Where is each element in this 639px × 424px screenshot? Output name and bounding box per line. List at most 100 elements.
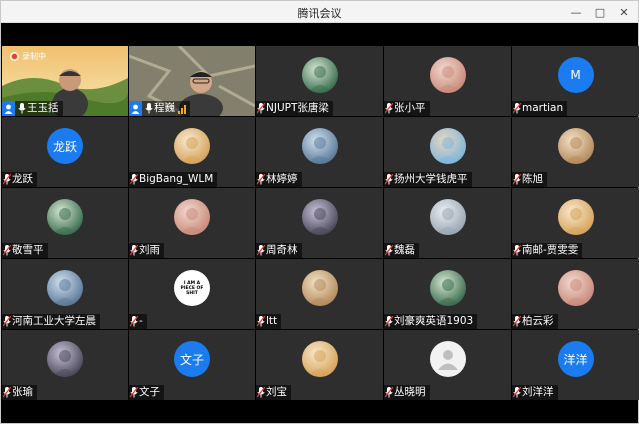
avatar xyxy=(301,128,338,164)
avatar xyxy=(301,270,338,306)
participant-tile[interactable]: 程巍 xyxy=(129,46,255,116)
name-tag: - xyxy=(129,314,147,329)
avatar xyxy=(429,199,466,235)
avatar xyxy=(301,199,338,235)
microphone-muted-icon xyxy=(384,174,394,186)
participant-tile[interactable]: 文子 文子 xyxy=(129,330,255,400)
recording-label: 录制中 xyxy=(22,52,46,61)
avatar xyxy=(174,128,210,164)
participant-tile[interactable]: 录制中王玉括 xyxy=(2,46,128,116)
participant-tile[interactable]: 张瑜 xyxy=(2,330,128,400)
participant-name: BigBang_WLM xyxy=(139,173,214,185)
name-tag: 文子 xyxy=(129,385,164,400)
participant-tile[interactable]: 南邮-贾雯雯 xyxy=(512,188,639,258)
participant-tile[interactable]: 洋洋 刘洋洋 xyxy=(512,330,639,400)
microphone-muted-icon xyxy=(129,387,139,399)
participant-tile[interactable]: 龙跃 龙跃 xyxy=(2,117,128,187)
maximize-icon[interactable]: □ xyxy=(592,4,608,20)
close-icon[interactable]: ✕ xyxy=(616,4,632,20)
name-tag: 刘洋洋 xyxy=(512,385,558,400)
participant-name: 柏云彩 xyxy=(522,315,554,327)
avatar xyxy=(557,199,594,235)
avatar: I AM A PIECE OF SHIT xyxy=(174,270,210,306)
microphone-muted-icon xyxy=(512,174,522,186)
name-tag: 陈旭 xyxy=(512,172,547,187)
microphone-muted-icon xyxy=(2,174,12,186)
name-tag: 刘宝 xyxy=(256,385,291,400)
participant-tile[interactable]: 柏云彩 xyxy=(512,259,639,329)
participant-name: 刘豪爽英语1903 xyxy=(394,315,474,327)
microphone-muted-icon xyxy=(384,387,394,399)
avatar xyxy=(429,128,466,164)
participant-tile[interactable]: 刘宝 xyxy=(256,330,383,400)
participant-name: martian xyxy=(522,102,564,114)
name-tag: 扬州大学钱虎平 xyxy=(384,172,472,187)
participant-name: 刘雨 xyxy=(139,244,160,256)
participant-tile[interactable]: 周奇林 xyxy=(256,188,383,258)
participant-tile[interactable]: 丛晓明 xyxy=(384,330,511,400)
participant-name: 周奇林 xyxy=(266,244,298,256)
participant-tile[interactable]: 河南工业大学左晨 xyxy=(2,259,128,329)
name-tag: 张小平 xyxy=(384,101,430,116)
name-tag: 河南工业大学左晨 xyxy=(2,314,100,329)
participant-tile[interactable]: 魏磊 xyxy=(384,188,511,258)
microphone-muted-icon xyxy=(256,245,266,257)
participant-tile[interactable]: ltt xyxy=(256,259,383,329)
name-tag: 王玉括 xyxy=(2,101,63,116)
signal-strength-icon xyxy=(178,104,186,114)
participant-name: 河南工业大学左晨 xyxy=(12,315,96,327)
participant-tile[interactable]: BigBang_WLM xyxy=(129,117,255,187)
name-tag: 南邮-贾雯雯 xyxy=(512,243,583,258)
participant-tile[interactable]: Mmartian xyxy=(512,46,639,116)
name-tag: 刘雨 xyxy=(129,243,164,258)
participant-name: 敬雪平 xyxy=(12,244,44,256)
avatar xyxy=(174,199,210,235)
participant-name: ltt xyxy=(266,315,278,327)
name-tag: 丛晓明 xyxy=(384,385,430,400)
name-tag: 刘豪爽英语1903 xyxy=(384,314,478,329)
microphone-muted-icon xyxy=(256,174,266,186)
participant-name: 陈旭 xyxy=(522,173,543,185)
window-title: 腾讯会议 xyxy=(297,7,342,20)
participant-name: 龙跃 xyxy=(12,173,33,185)
microphone-muted-icon xyxy=(256,387,266,399)
participant-tile[interactable]: 陈旭 xyxy=(512,117,639,187)
participant-tile[interactable]: 刘雨 xyxy=(129,188,255,258)
microphone-muted-icon xyxy=(512,245,522,257)
avatar: 龙跃 xyxy=(47,128,83,164)
name-tag: 龙跃 xyxy=(2,172,37,187)
microphone-icon xyxy=(17,103,27,115)
name-tag: martian xyxy=(512,101,568,116)
participant-name: 丛晓明 xyxy=(394,386,426,398)
title-bar: 腾讯会议 — □ ✕ xyxy=(1,1,638,23)
participant-tile[interactable]: 林婷婷 xyxy=(256,117,383,187)
recording-indicator: 录制中 xyxy=(10,51,46,62)
microphone-muted-icon xyxy=(2,245,12,257)
avatar xyxy=(557,270,594,306)
avatar xyxy=(557,128,594,164)
microphone-muted-icon xyxy=(512,387,522,399)
participant-tile[interactable]: 刘豪爽英语1903 xyxy=(384,259,511,329)
name-tag: 程巍 xyxy=(129,101,190,116)
participant-tile[interactable]: 敬雪平 xyxy=(2,188,128,258)
microphone-muted-icon xyxy=(256,316,266,328)
avatar xyxy=(301,57,338,93)
participant-name: 林婷婷 xyxy=(266,173,298,185)
participant-name: 刘洋洋 xyxy=(522,386,554,398)
microphone-muted-icon xyxy=(2,316,12,328)
microphone-muted-icon xyxy=(512,103,522,115)
participant-tile[interactable]: NJUPT张唐梁 xyxy=(256,46,383,116)
participant-name: 扬州大学钱虎平 xyxy=(394,173,468,185)
avatar xyxy=(47,270,83,306)
minimize-icon[interactable]: — xyxy=(568,4,584,20)
participant-name: 文子 xyxy=(139,386,160,398)
participant-name: 刘宝 xyxy=(266,386,287,398)
name-tag: 周奇林 xyxy=(256,243,302,258)
person-icon xyxy=(2,101,15,116)
participant-tile[interactable]: 张小平 xyxy=(384,46,511,116)
participant-name: 王玉括 xyxy=(27,102,59,114)
microphone-muted-icon xyxy=(129,316,139,328)
participant-tile[interactable]: I AM A PIECE OF SHIT - xyxy=(129,259,255,329)
participant-tile[interactable]: 扬州大学钱虎平 xyxy=(384,117,511,187)
avatar xyxy=(429,57,466,93)
